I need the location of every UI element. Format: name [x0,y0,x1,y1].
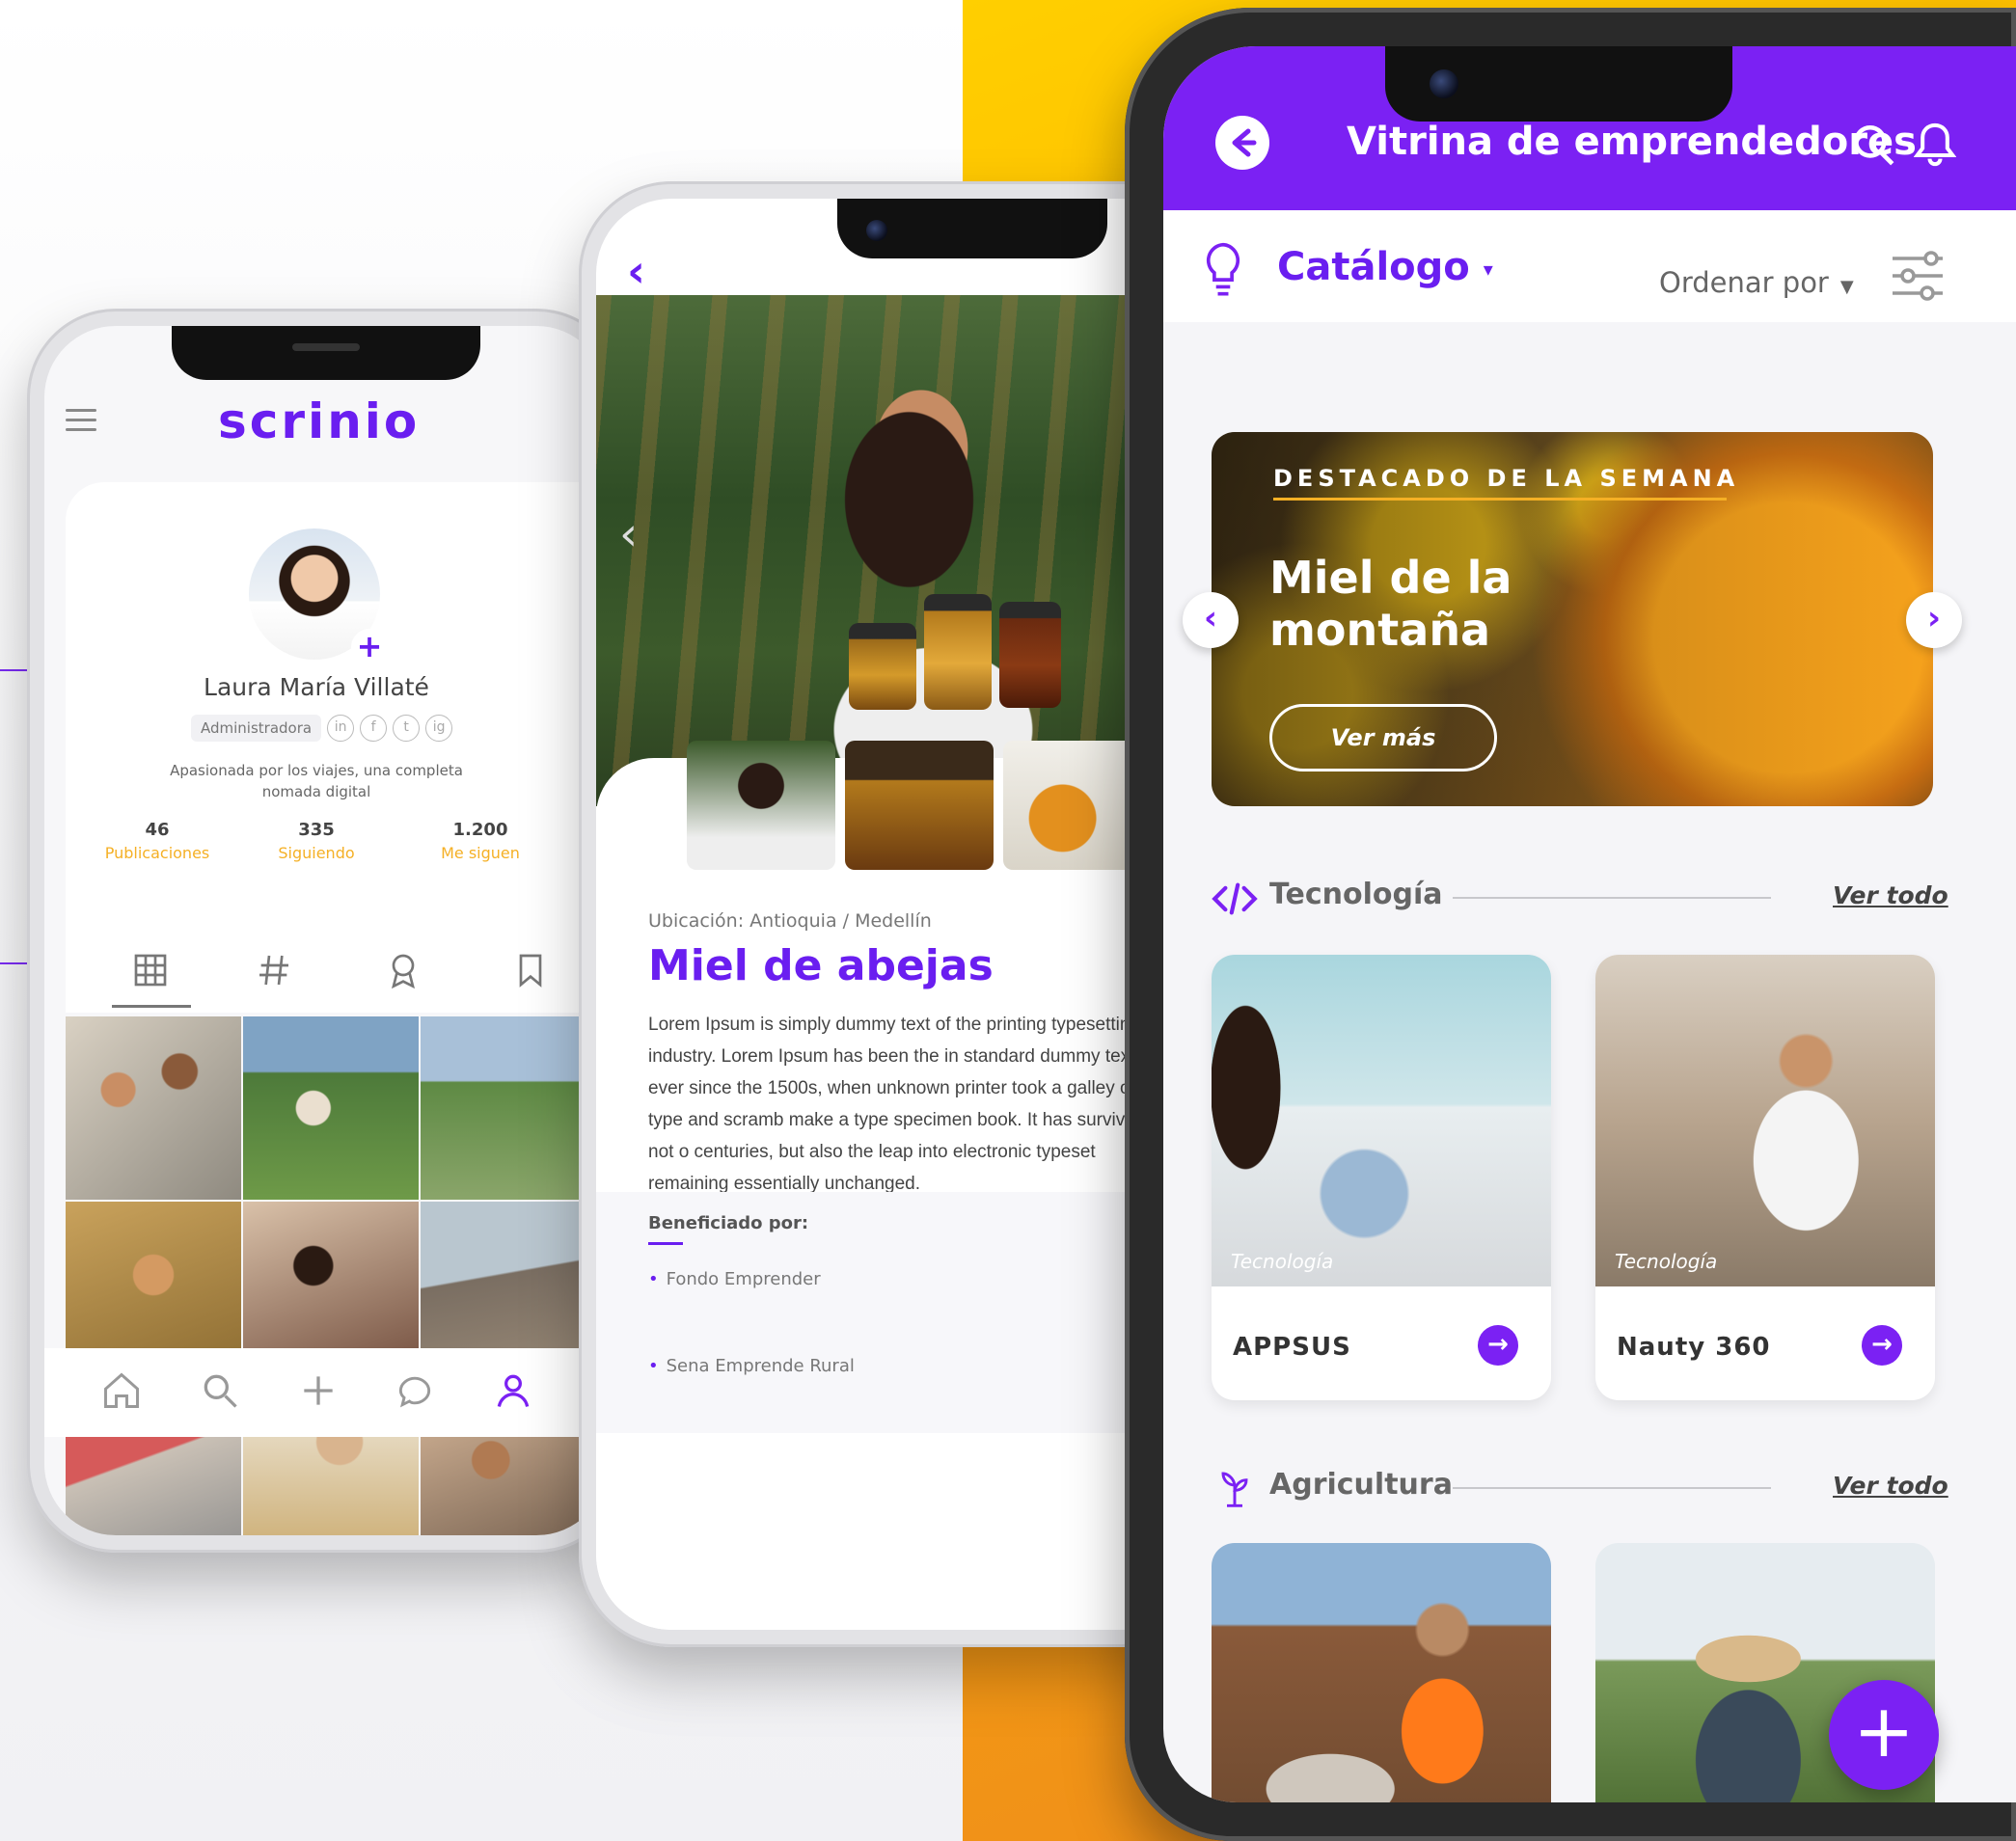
search-icon[interactable] [199,1369,241,1412]
plus-icon[interactable] [297,1369,340,1412]
profile-phone: scrinio + Laura María Villaté Administra… [27,309,625,1553]
search-icon[interactable] [1850,122,1898,170]
stat-followers[interactable]: 1.200 Me siguen [422,820,538,862]
thumbnail[interactable] [845,741,994,870]
chevron-right-icon[interactable]: › [1906,592,1962,648]
active-tab-indicator [112,1005,191,1008]
phone-notch [1385,46,1732,122]
menu-icon[interactable] [66,409,96,432]
add-button[interactable]: + [1829,1680,1939,1790]
code-icon [1212,882,1258,915]
chat-icon[interactable] [394,1369,436,1412]
honey-jar [999,602,1061,708]
section-title-technology: Tecnología [1269,878,1443,911]
profile-card: + Laura María Villaté Administradora in … [66,482,608,935]
hashtag-icon[interactable] [255,951,293,989]
grid-icon[interactable] [131,951,170,989]
plant-icon [1221,1472,1248,1507]
catalog-dropdown[interactable]: Catálogo ▾ [1277,245,1493,289]
section-divider [1453,897,1771,899]
decor-line [0,669,27,671]
order-dropdown[interactable]: Ordenar por ▼ [1659,266,1854,299]
photo-thumbnail[interactable] [66,1016,241,1200]
home-icon[interactable] [100,1369,143,1412]
honey-jar [849,623,916,710]
add-photo-icon[interactable]: + [351,629,388,665]
see-more-button[interactable]: Ver más [1269,704,1497,772]
venture-card[interactable]: Tecnología Nauty 360 → [1595,955,1935,1400]
back-icon[interactable]: ‹ [627,245,645,297]
linkedin-icon[interactable]: in [327,715,355,742]
order-label: Ordenar por [1659,266,1829,299]
card-name: APPSUS [1233,1333,1351,1362]
catalog-label: Catálogo [1277,245,1470,289]
arrow-right-icon[interactable]: → [1862,1325,1902,1366]
thumbnail[interactable] [687,741,835,870]
badge-icon[interactable] [384,951,422,989]
twitter-icon[interactable]: t [393,715,421,742]
product-phone: ‹ ‹ Ubicación: Antioquia / Medellín Miel… [579,181,1215,1647]
product-title: Miel de abejas [648,941,994,990]
app-logo: scrinio [218,393,421,449]
see-all-link[interactable]: Ver todo [1833,1472,1948,1500]
profile-role-row: Administradora in f t ig [191,714,453,743]
see-all-link[interactable]: Ver todo [1833,881,1948,909]
photo-grid [66,1016,608,1535]
catalog-phone: Vitrina de emprendedores Catálogo ▾ Orde… [1125,8,2016,1841]
banner-underline [1273,498,1727,501]
banner-title: Miel de la montaña [1269,552,1512,656]
product-description: Lorem Ipsum is simply dummy text of the … [648,1015,1146,1194]
section-divider [1453,1487,1771,1489]
thumbnail-strip [687,741,1152,870]
featured-banner[interactable]: DESTACADO DE LA SEMANA Miel de la montañ… [1212,432,1933,806]
venture-card[interactable]: Tecnología APPSUS → [1212,955,1551,1400]
beneficiary-underline [648,1242,683,1245]
facebook-icon[interactable]: f [360,715,388,742]
profile-bio: Apasionada por los viajes, una completa … [170,762,463,800]
bookmark-icon[interactable] [511,951,550,989]
back-button[interactable] [1215,116,1269,170]
card-tag: Tecnología [1615,1250,1718,1273]
beneficiary-label: Beneficiado por: [648,1213,809,1233]
profile-name: Laura María Villaté [204,673,429,701]
instagram-icon[interactable]: ig [425,715,453,742]
photo-thumbnail[interactable] [243,1016,419,1200]
section-title-agriculture: Agricultura [1269,1468,1453,1502]
photo-thumbnail[interactable] [421,1016,596,1200]
venture-card-image[interactable] [1212,1543,1551,1802]
profile-tabs [66,932,608,1013]
header-title: Vitrina de emprendedores [1347,120,1917,164]
product-location: Ubicación: Antioquia / Medellín [648,910,932,932]
honey-jar [924,594,992,710]
role-badge: Administradora [191,715,322,742]
filter-sliders-icon[interactable] [1889,249,1947,303]
decor-line [0,962,27,964]
product-hero-image: ‹ [596,295,1198,806]
banner-kicker: DESTACADO DE LA SEMANA [1273,465,1740,492]
stat-posts[interactable]: 46 Publicaciones [85,820,230,862]
card-name: Nauty 360 [1617,1333,1771,1362]
product-screen: ‹ ‹ Ubicación: Antioquia / Medellín Miel… [596,199,1198,1630]
profile-screen: scrinio + Laura María Villaté Administra… [44,326,608,1535]
beneficiary-item: Fondo Emprender [648,1269,821,1289]
card-image [1212,955,1551,1286]
lightbulb-icon [1206,242,1240,296]
arrow-left-icon [1232,128,1257,157]
caret-down-icon: ▼ [1839,277,1854,297]
chevron-left-icon[interactable]: ‹ [1183,592,1239,648]
card-image [1595,955,1935,1286]
profile-header: scrinio [44,380,608,467]
bell-icon[interactable] [1914,120,1956,170]
card-tag: Tecnología [1231,1250,1334,1273]
arrow-right-icon[interactable]: → [1478,1325,1518,1366]
chevron-left-icon[interactable]: ‹ [619,507,638,561]
phone-notch [172,326,480,380]
beneficiary-item: Sena Emprende Rural [648,1356,855,1376]
user-icon[interactable] [492,1369,534,1412]
caret-down-icon: ▾ [1483,257,1493,281]
catalog-screen: Vitrina de emprendedores Catálogo ▾ Orde… [1163,46,2016,1802]
phone-notch [837,199,1107,258]
bottom-nav [44,1348,608,1437]
stat-following[interactable]: 335 Siguiendo [244,820,389,862]
